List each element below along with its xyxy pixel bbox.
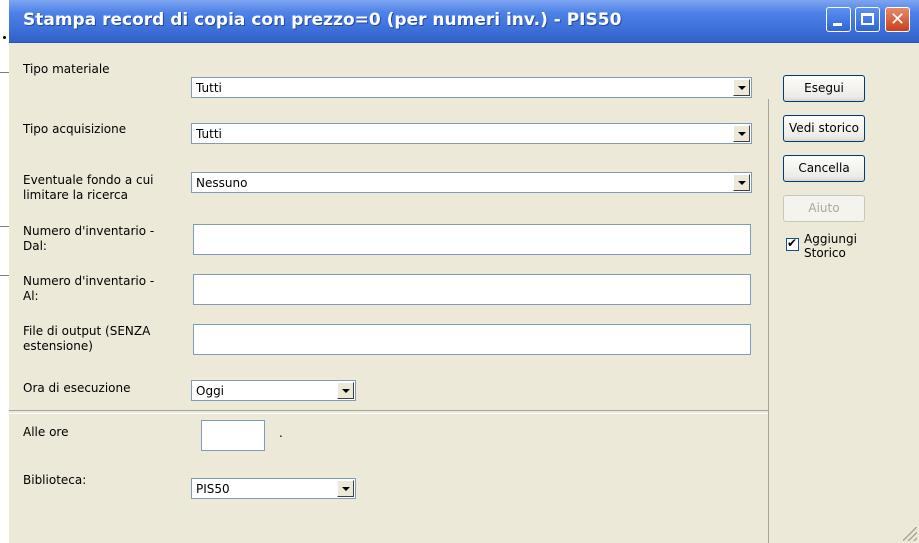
time-separator: . — [279, 426, 283, 440]
ora-esecuzione-select[interactable]: Oggi — [191, 380, 356, 401]
form-panel — [9, 99, 769, 543]
fondo-value: Nessuno — [196, 176, 248, 190]
file-output-input[interactable] — [193, 324, 751, 355]
chevron-down-icon[interactable] — [337, 382, 354, 399]
biblioteca-select[interactable]: PIS50 — [191, 478, 356, 499]
tipo-materiale-select[interactable]: Tutti — [191, 77, 752, 98]
fondo-label-line1: Eventuale fondo a cui — [23, 173, 154, 187]
inv-al-input[interactable] — [193, 274, 751, 305]
fondo-label: Eventuale fondo a cui limitare la ricerc… — [23, 173, 154, 203]
tipo-acquisizione-label: Tipo acquisizione — [23, 122, 127, 136]
file-output-label: File di output (SENZA estensione) — [23, 324, 150, 354]
window-title: Stampa record di copia con prezzo=0 (per… — [23, 10, 622, 30]
fondo-label-line2: limitare la ricerca — [23, 188, 128, 202]
title-bar[interactable]: Stampa record di copia con prezzo=0 (per… — [9, 0, 919, 43]
maximize-button[interactable] — [855, 7, 880, 32]
dialog-window: Stampa record di copia con prezzo=0 (per… — [9, 0, 919, 543]
maximize-icon — [861, 13, 874, 25]
background-line — [0, 275, 9, 276]
tipo-acquisizione-select[interactable]: Tutti — [191, 123, 752, 144]
esegui-button[interactable]: Esegui — [783, 75, 865, 102]
background-line — [0, 72, 9, 73]
minimize-icon — [833, 23, 842, 26]
file-output-label-line2: estensione) — [23, 339, 93, 353]
inv-al-label: Numero d'inventario - Al: — [23, 274, 154, 304]
background-line — [0, 226, 9, 227]
section-divider — [9, 410, 768, 414]
alle-ore-input[interactable] — [201, 420, 265, 451]
inv-dal-label-line1: Numero d'inventario - — [23, 224, 155, 238]
dialog-content: Tipo materiale Tutti Tipo acquisizione T… — [9, 42, 919, 543]
aggiungi-storico-label[interactable]: Aggiungi Storico — [804, 232, 857, 260]
tipo-acquisizione-value: Tutti — [196, 127, 222, 141]
vedi-storico-button[interactable]: Vedi storico — [783, 115, 865, 142]
minimize-button[interactable] — [826, 7, 851, 32]
biblioteca-label: Biblioteca: — [23, 473, 87, 487]
chevron-down-icon[interactable] — [733, 174, 750, 191]
resize-grip-icon[interactable] — [903, 527, 917, 541]
chevron-down-icon[interactable] — [733, 79, 750, 96]
ora-esecuzione-label: Ora di esecuzione — [23, 381, 131, 395]
biblioteca-value: PIS50 — [196, 482, 230, 496]
chevron-down-icon[interactable] — [337, 480, 354, 497]
aggiungi-storico-checkbox[interactable]: ✔ — [786, 236, 799, 251]
tipo-materiale-value: Tutti — [196, 81, 222, 95]
inv-dal-label-line2: Dal: — [23, 239, 47, 253]
cancella-button[interactable]: Cancella — [783, 155, 865, 182]
inv-dal-label: Numero d'inventario - Dal: — [23, 224, 154, 254]
background-dot — [3, 36, 6, 39]
checkmark-icon: ✔ — [787, 236, 798, 250]
ora-esecuzione-value: Oggi — [196, 384, 225, 398]
close-icon: ✕ — [889, 9, 906, 30]
inv-al-label-line1: Numero d'inventario - — [23, 274, 155, 288]
aggiungi-storico-label-line2: Storico — [804, 246, 846, 260]
aggiungi-storico-label-line1: Aggiungi — [804, 232, 857, 246]
fondo-select[interactable]: Nessuno — [191, 172, 752, 193]
close-button[interactable]: ✕ — [885, 7, 910, 32]
tipo-materiale-label: Tipo materiale — [23, 62, 110, 76]
aiuto-button: Aiuto — [783, 195, 865, 222]
inv-dal-input[interactable] — [193, 224, 751, 255]
file-output-label-line1: File di output (SENZA — [23, 324, 151, 338]
chevron-down-icon[interactable] — [733, 125, 750, 142]
inv-al-label-line2: Al: — [23, 289, 39, 303]
alle-ore-label: Alle ore — [23, 425, 69, 439]
